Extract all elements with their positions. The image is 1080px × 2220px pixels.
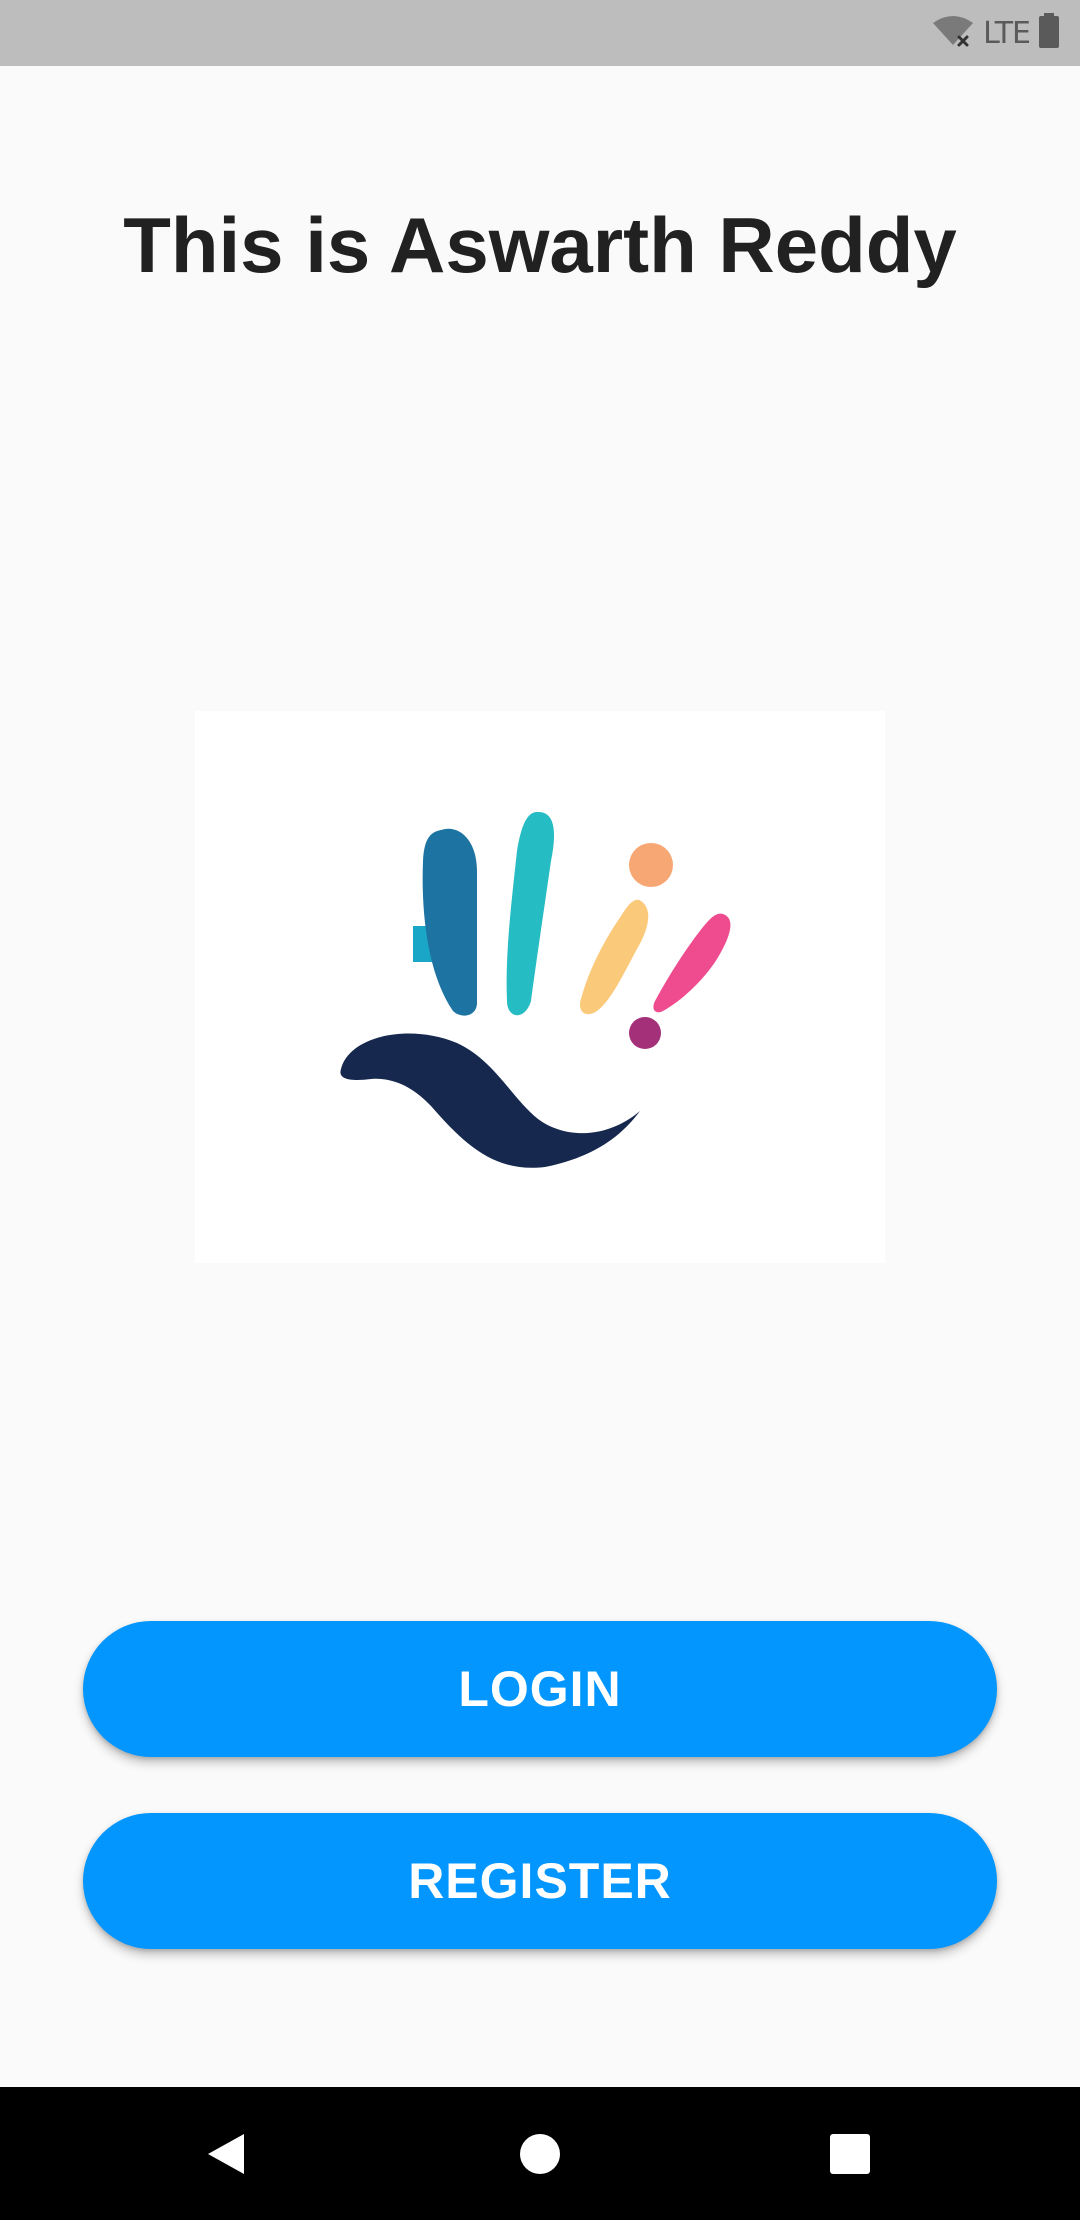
recents-button[interactable] bbox=[770, 2087, 930, 2220]
back-button[interactable] bbox=[146, 2087, 306, 2220]
page-title: This is Aswarth Reddy bbox=[123, 201, 957, 289]
status-icons: LTE bbox=[931, 0, 1060, 66]
back-icon bbox=[208, 2133, 244, 2174]
logo-image bbox=[195, 711, 885, 1263]
network-type-label: LTE bbox=[983, 15, 1031, 51]
battery-icon bbox=[1038, 12, 1060, 54]
register-button[interactable]: REGISTER bbox=[83, 1813, 997, 1949]
home-button[interactable] bbox=[460, 2087, 620, 2220]
wifi-off-icon bbox=[931, 13, 975, 54]
home-icon bbox=[520, 2133, 560, 2174]
login-button[interactable]: LOGIN bbox=[83, 1621, 997, 1757]
navigation-bar bbox=[0, 2087, 1080, 2220]
status-bar: LTE bbox=[0, 0, 1080, 66]
hi-hand-logo-icon bbox=[340, 811, 731, 1168]
recents-icon bbox=[830, 2133, 870, 2174]
